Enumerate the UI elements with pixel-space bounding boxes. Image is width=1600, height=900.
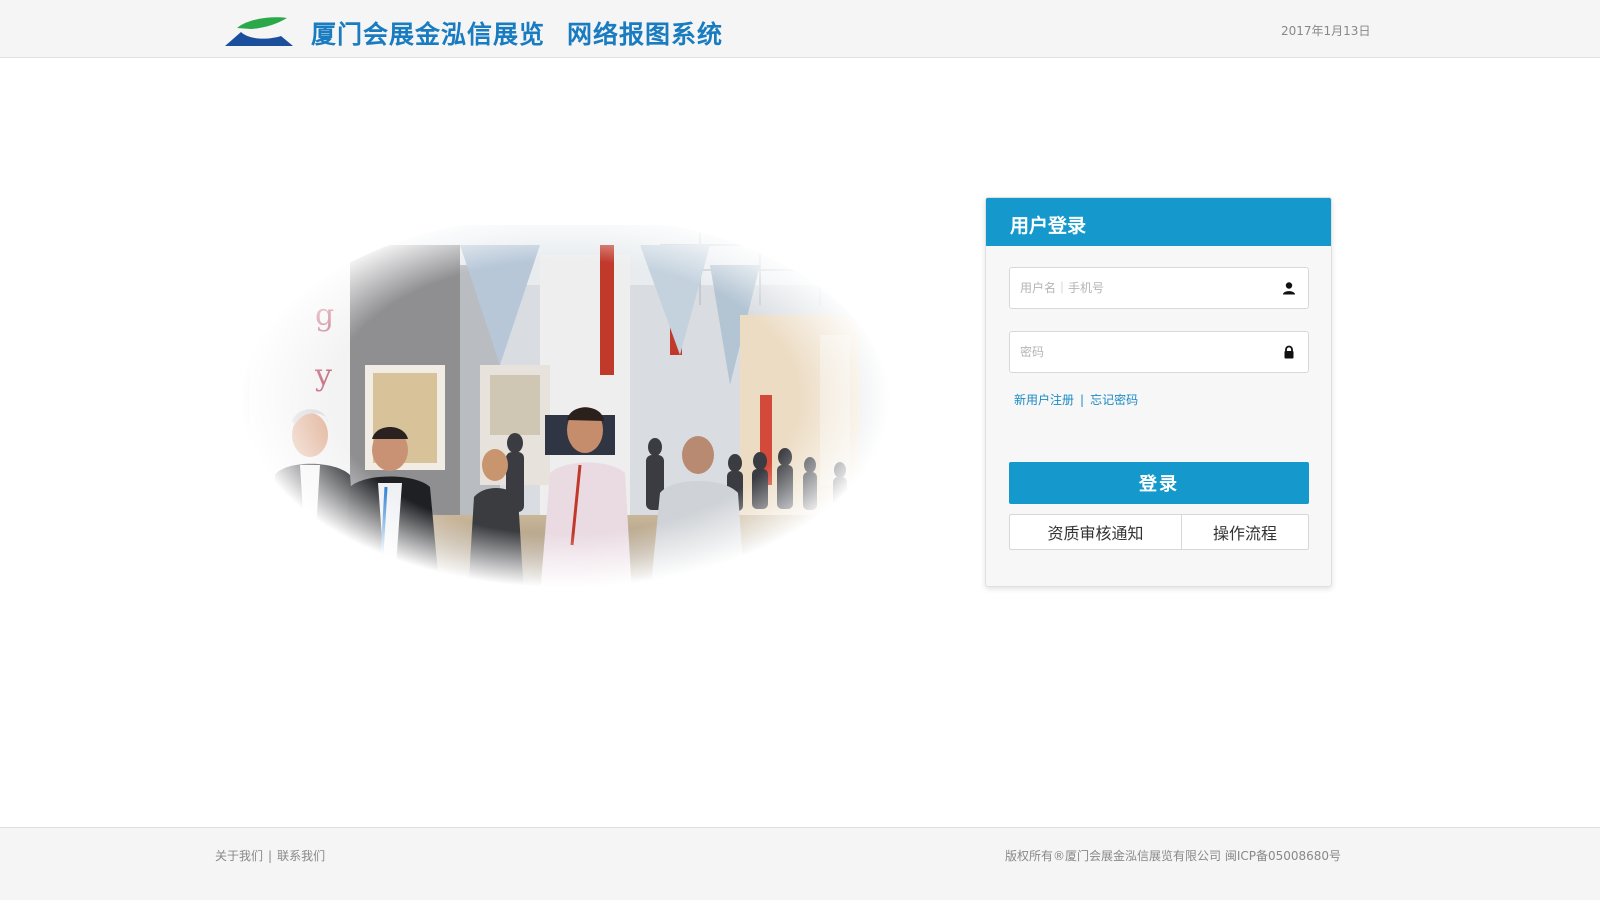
contact-us-link[interactable]: 联系我们 bbox=[277, 849, 325, 863]
footer-links: 关于我们 | 联系我们 bbox=[215, 847, 325, 864]
svg-text:g: g bbox=[315, 298, 334, 333]
footer: 关于我们 | 联系我们 版权所有®厦门会展金泓信展览有限公司 闽ICP备050086… bbox=[0, 827, 1600, 900]
lock-icon bbox=[1284, 345, 1294, 359]
qualification-notice-button[interactable]: 资质审核通知 bbox=[1010, 515, 1182, 549]
header-date: 2017年1月13日 bbox=[1281, 24, 1371, 38]
login-button[interactable]: 登录 bbox=[1009, 462, 1309, 504]
copyright-text: 版权所有®厦门会展金泓信展览有限公司 闽ICP备05008680号 bbox=[1005, 849, 1342, 863]
account-links: 新用户注册 | 忘记密码 bbox=[1014, 391, 1138, 408]
link-separator: | bbox=[1080, 393, 1085, 407]
username-field[interactable] bbox=[1009, 267, 1309, 309]
operation-flow-button[interactable]: 操作流程 bbox=[1182, 515, 1308, 549]
site-title-sub: 网络报图系统 bbox=[567, 20, 724, 49]
header: 厦门会展金泓信展览 网络报图系统 2017年1月13日 bbox=[0, 0, 1600, 58]
login-heading: 用户登录 bbox=[986, 198, 1331, 246]
user-icon bbox=[1283, 282, 1295, 295]
footer-separator: | bbox=[268, 849, 273, 863]
username-input[interactable] bbox=[1020, 268, 1270, 308]
svg-text:y: y bbox=[314, 358, 332, 393]
secondary-buttons: 资质审核通知 操作流程 bbox=[1009, 514, 1309, 550]
exhibition-hall-photo: g y bbox=[240, 225, 890, 595]
company-logo bbox=[225, 17, 293, 46]
password-field[interactable] bbox=[1009, 331, 1309, 373]
about-us-link[interactable]: 关于我们 bbox=[215, 849, 263, 863]
register-link[interactable]: 新用户注册 bbox=[1014, 393, 1074, 407]
login-panel: 用户登录 新用户注册 | 忘记密码 登录 资质审核通知 操作流程 bbox=[985, 197, 1332, 587]
site-title: 厦门会展金泓信展览 网络报图系统 bbox=[311, 15, 723, 51]
forgot-password-link[interactable]: 忘记密码 bbox=[1090, 393, 1138, 407]
site-title-main: 厦门会展金泓信展览 bbox=[311, 20, 546, 49]
password-input[interactable] bbox=[1020, 332, 1270, 372]
